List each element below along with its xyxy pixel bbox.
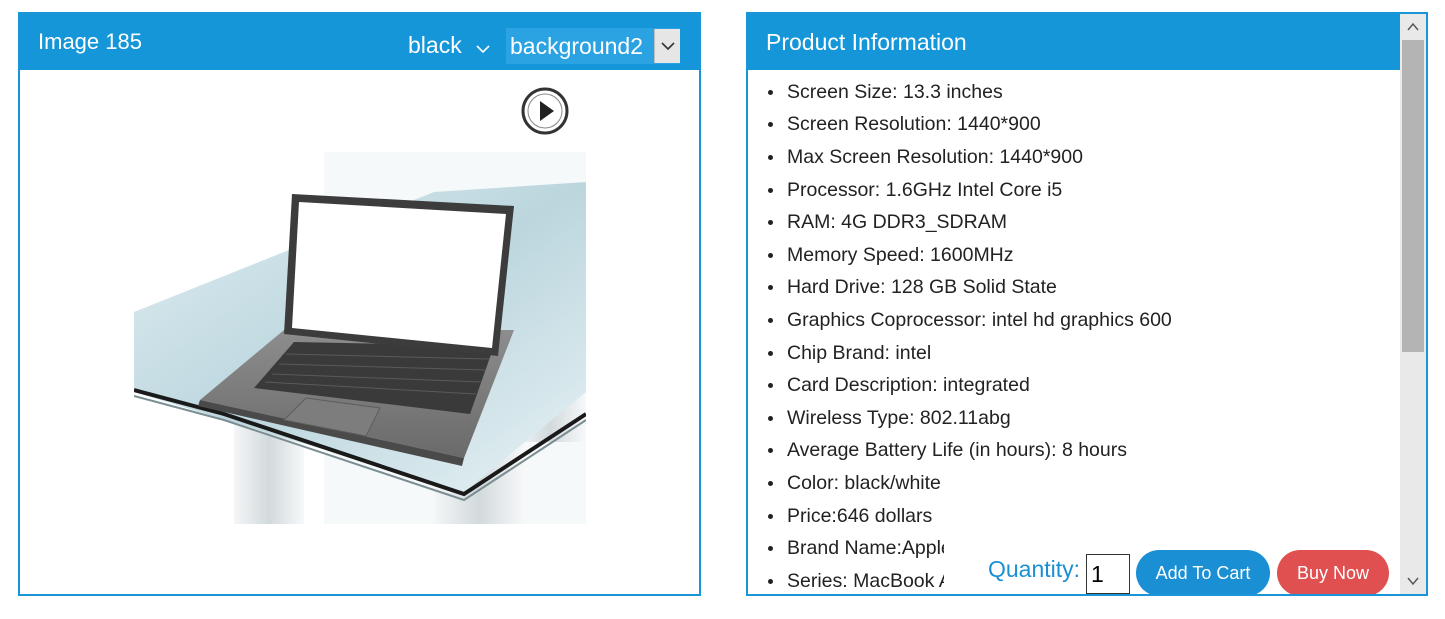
product-info-panel: Product Information Screen Size: 13.3 in…: [746, 12, 1428, 596]
spec-text: Wireless Type: 802.11abg: [787, 406, 1011, 429]
spec-text: Screen Resolution: 1440*900: [787, 113, 1041, 136]
bullet-icon: [768, 383, 773, 389]
product-photo: [133, 152, 588, 524]
spec-item: Memory Speed: 1600MHz: [768, 239, 1172, 272]
bullet-icon: [768, 187, 773, 193]
bullet-icon: [768, 220, 773, 226]
spec-item: Screen Size: 13.3 inches: [768, 76, 1172, 109]
bullet-icon: [768, 480, 773, 486]
spec-item: Wireless Type: 802.11abg: [768, 402, 1172, 435]
purchase-bar: Quantity: Add To Cart Buy Now: [944, 534, 1400, 594]
spec-text: Series: MacBook Air: [787, 569, 963, 592]
image-title: Image 185: [38, 29, 142, 54]
spec-text: Card Description: integrated: [787, 374, 1030, 397]
add-to-cart-button[interactable]: Add To Cart: [1136, 550, 1270, 594]
spec-text: Color: black/white: [787, 471, 941, 494]
buy-now-button[interactable]: Buy Now: [1277, 550, 1389, 594]
quantity-input[interactable]: [1086, 554, 1130, 594]
spec-item: Price:646 dollars: [768, 500, 1172, 533]
color-dropdown-value: black: [408, 32, 462, 58]
scroll-up-icon[interactable]: [1400, 14, 1426, 40]
spec-item: Average Battery Life (in hours): 8 hours: [768, 435, 1172, 468]
chevron-down-icon: [474, 37, 492, 55]
product-image-panel: Image 185 black background2: [18, 12, 701, 596]
bullet-icon: [768, 578, 773, 584]
spec-item: Max Screen Resolution: 1440*900: [768, 141, 1172, 174]
bullet-icon: [768, 285, 773, 291]
spec-text: Max Screen Resolution: 1440*900: [787, 145, 1083, 168]
spec-text: Average Battery Life (in hours): 8 hours: [787, 439, 1127, 462]
bullet-icon: [768, 415, 773, 421]
spec-text: Hard Drive: 128 GB Solid State: [787, 276, 1057, 299]
info-title: Product Information: [766, 29, 967, 55]
spec-text: Memory Speed: 1600MHz: [787, 243, 1014, 266]
info-panel-header: Product Information: [748, 14, 1402, 70]
background-dropdown-value: background2: [510, 32, 643, 59]
spec-item: Hard Drive: 128 GB Solid State: [768, 272, 1172, 305]
image-panel-header: Image 185 black background2: [20, 14, 699, 70]
background-dropdown[interactable]: background2: [506, 28, 680, 64]
scroll-down-icon[interactable]: [1400, 568, 1426, 594]
spec-text: RAM: 4G DDR3_SDRAM: [787, 211, 1007, 234]
quantity-label: Quantity:: [988, 556, 1081, 582]
chevron-down-icon[interactable]: [654, 29, 680, 63]
bullet-icon: [768, 513, 773, 519]
spec-text: Chip Brand: intel: [787, 341, 932, 364]
bullet-icon: [768, 122, 773, 128]
bullet-icon: [768, 448, 773, 454]
bullet-icon: [768, 317, 773, 323]
bullet-icon: [768, 89, 773, 95]
color-dropdown[interactable]: black: [408, 32, 492, 59]
spec-item: Card Description: integrated: [768, 369, 1172, 402]
bullet-icon: [768, 154, 773, 160]
bullet-icon: [768, 252, 773, 258]
spec-item: Graphics Coprocessor: intel hd graphics …: [768, 304, 1172, 337]
spec-text: Price:646 dollars: [787, 504, 933, 527]
spec-list: Screen Size: 13.3 inches Screen Resolutio…: [768, 76, 1172, 594]
scrollbar-thumb[interactable]: [1402, 40, 1424, 352]
bullet-icon: [768, 350, 773, 356]
spec-item: RAM: 4G DDR3_SDRAM: [768, 206, 1172, 239]
spec-text: Graphics Coprocessor: intel hd graphics …: [787, 308, 1172, 331]
spec-text: Brand Name:Apple: [787, 537, 952, 560]
spec-item: Screen Resolution: 1440*900: [768, 109, 1172, 142]
vertical-scrollbar[interactable]: [1400, 14, 1426, 594]
spec-item: Processor: 1.6GHz Intel Core i5: [768, 174, 1172, 207]
spec-text: Processor: 1.6GHz Intel Core i5: [787, 178, 1063, 201]
bullet-icon: [768, 546, 773, 552]
spec-text: Screen Size: 13.3 inches: [787, 80, 1003, 103]
spec-item: Chip Brand: intel: [768, 337, 1172, 370]
spec-item: Color: black/white: [768, 467, 1172, 500]
play-icon[interactable]: [520, 86, 570, 136]
